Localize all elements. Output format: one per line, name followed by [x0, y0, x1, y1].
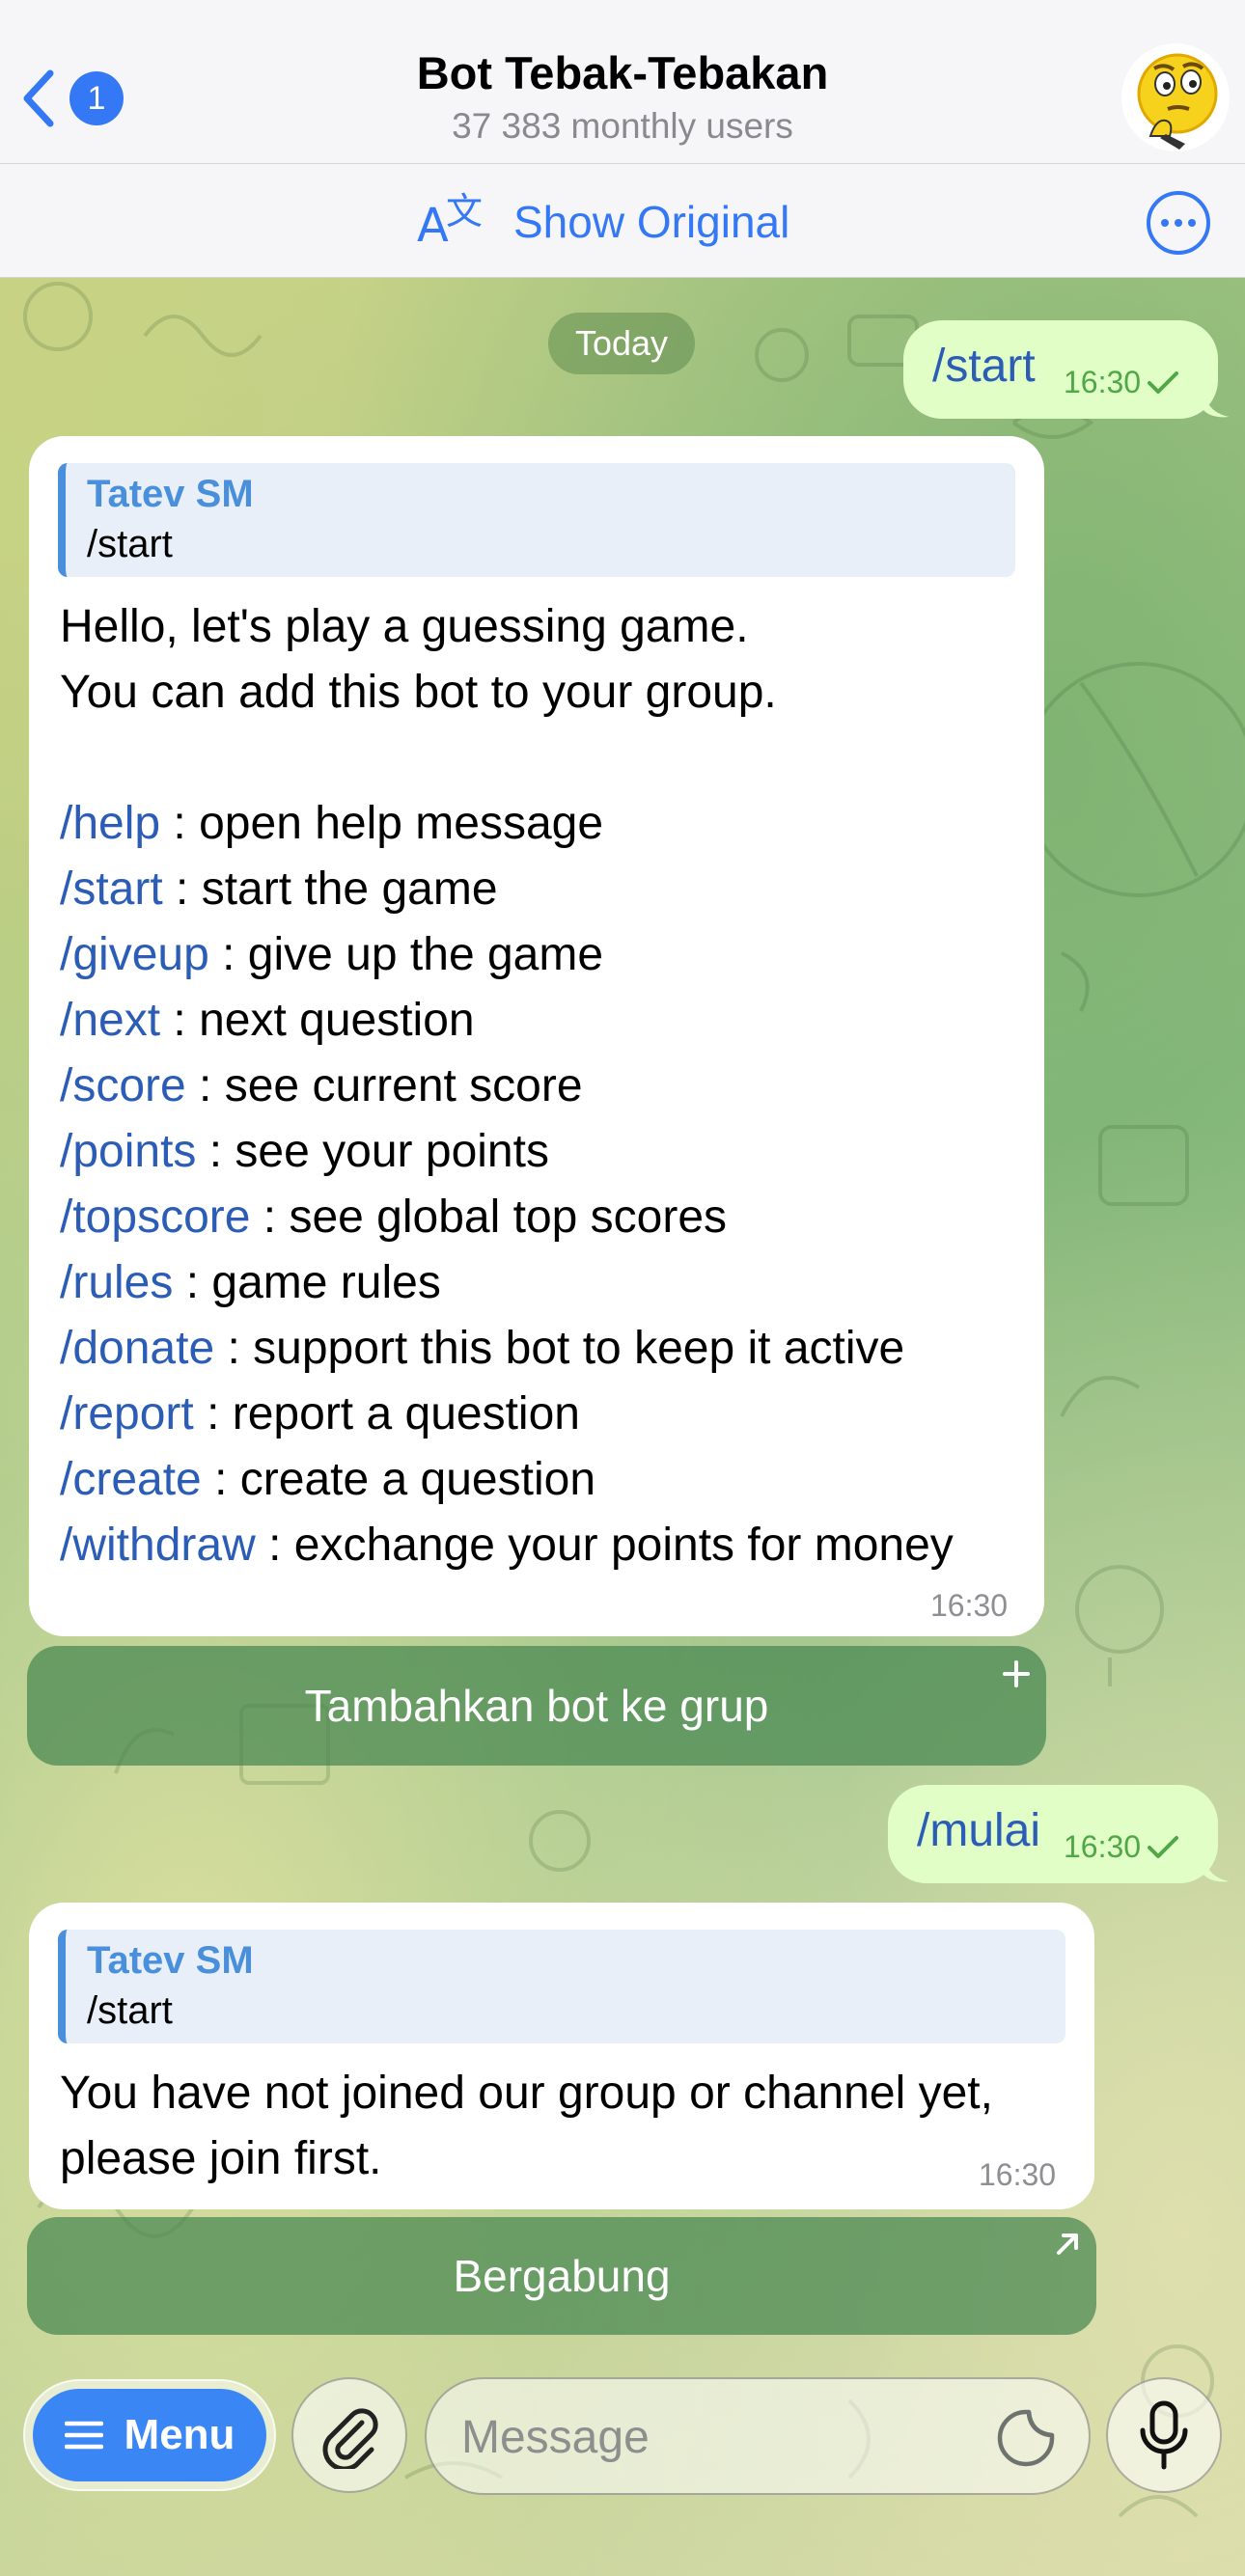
command-link[interactable]: /topscore — [60, 1192, 250, 1243]
command-line: /next : next question — [60, 995, 475, 1046]
command-line: /donate : support this bot to keep it ac… — [60, 1323, 905, 1374]
command-line: /rules : game rules — [60, 1257, 441, 1308]
sticker-icon[interactable] — [996, 2408, 1056, 2468]
read-check-icon — [1148, 1835, 1179, 1858]
message-text: /start — [932, 341, 1036, 392]
bubble-tail — [1203, 1852, 1230, 1882]
bot-menu-button[interactable]: Menu — [23, 2379, 276, 2491]
command-line: /create : create a question — [60, 1454, 596, 1505]
button-label: Tambahkan bot ke grup — [304, 1681, 769, 1731]
command-link[interactable]: /help — [60, 798, 160, 849]
command-link[interactable]: /rules — [60, 1257, 173, 1308]
microphone-icon — [1140, 2400, 1188, 2470]
chat-header: 1 Bot Tebak-Tebakan 37 383 monthly users — [0, 0, 1245, 164]
command-line: /points : see your points — [60, 1126, 549, 1177]
attach-button[interactable] — [291, 2377, 407, 2493]
command-link[interactable]: /points — [60, 1126, 196, 1177]
command-link[interactable]: /giveup — [60, 929, 209, 980]
command-link[interactable]: /donate — [60, 1323, 214, 1374]
read-check-icon — [1148, 370, 1179, 394]
message-text: /mulai — [917, 1805, 1041, 1856]
menu-label: Menu — [124, 2411, 235, 2458]
command-line: /help : open help message — [60, 798, 604, 849]
command-line: /report : report a question — [60, 1388, 580, 1439]
reply-author: Tatev SM — [87, 1939, 254, 1982]
svg-text:A: A — [417, 199, 449, 249]
command-line: /giveup : give up the game — [60, 929, 604, 980]
incoming-message[interactable]: Tatev SM /start You have not joined our … — [29, 1903, 1094, 2209]
svg-text:文: 文 — [446, 190, 483, 233]
incoming-message[interactable]: Tatev SM /start Hello, let's play a gues… — [29, 436, 1044, 1636]
message-time: 16:30 — [1064, 1829, 1179, 1865]
outgoing-message[interactable]: /mulai 16:30 — [888, 1785, 1218, 1883]
reply-text: /start — [87, 523, 173, 565]
message-text: You can add this bot to your group. — [60, 667, 777, 718]
command-link[interactable]: /start — [60, 863, 163, 915]
reply-preview[interactable]: Tatev SM /start — [58, 463, 1015, 577]
command-line: /start : start the game — [60, 863, 498, 915]
command-line: /score : see current score — [60, 1060, 583, 1111]
message-time: 16:30 — [930, 1588, 1009, 1623]
reply-text: /start — [87, 1989, 173, 2032]
command-link[interactable]: /report — [60, 1388, 194, 1439]
attach-paperclip-icon — [322, 2408, 378, 2469]
message-text: please join first. — [60, 2133, 382, 2184]
translate-icon: A 文 — [417, 185, 488, 260]
reply-author: Tatev SM — [87, 473, 254, 515]
voice-record-button[interactable] — [1106, 2377, 1222, 2493]
plus-icon — [1003, 1660, 1030, 1687]
command-link[interactable]: /create — [60, 1454, 202, 1505]
bubble-tail — [1203, 388, 1230, 418]
message-text: You have not joined our group or channel… — [60, 2068, 993, 2119]
external-link-arrow-icon — [1057, 2233, 1078, 2255]
bot-avatar-icon[interactable] — [1121, 43, 1230, 151]
chat-title[interactable]: Bot Tebak-Tebakan — [0, 46, 1245, 99]
message-field[interactable] — [425, 2377, 1091, 2495]
outgoing-message[interactable]: /start 16:30 — [903, 320, 1218, 419]
chat-subtitle: 37 383 monthly users — [452, 106, 793, 146]
message-text: Hello, let's play a guessing game. — [60, 601, 749, 652]
command-link[interactable]: /next — [60, 995, 160, 1046]
message-input[interactable] — [461, 2398, 982, 2476]
date-separator: Today — [548, 313, 695, 374]
command-line: /withdraw : exchange your points for mon… — [60, 1520, 954, 1571]
command-link[interactable]: /score — [60, 1060, 186, 1111]
menu-lines-icon — [64, 2421, 103, 2450]
add-bot-to-group-button[interactable]: Tambahkan bot ke grup — [27, 1646, 1046, 1766]
command-line: /topscore : see global top scores — [60, 1192, 728, 1243]
command-link[interactable]: /withdraw — [60, 1520, 256, 1571]
show-original-button[interactable]: A 文 Show Original — [417, 185, 789, 259]
message-time: 16:30 — [1064, 365, 1179, 400]
message-time: 16:30 — [979, 2157, 1057, 2192]
show-original-label: Show Original — [513, 197, 790, 247]
translate-bar: A 文 Show Original — [0, 164, 1245, 278]
reply-preview[interactable]: Tatev SM /start — [58, 1930, 1065, 2043]
button-label: Bergabung — [453, 2251, 671, 2301]
join-button[interactable]: Bergabung — [27, 2217, 1096, 2335]
menu-button-inner: Menu — [33, 2389, 266, 2481]
more-icon[interactable] — [1147, 191, 1210, 255]
